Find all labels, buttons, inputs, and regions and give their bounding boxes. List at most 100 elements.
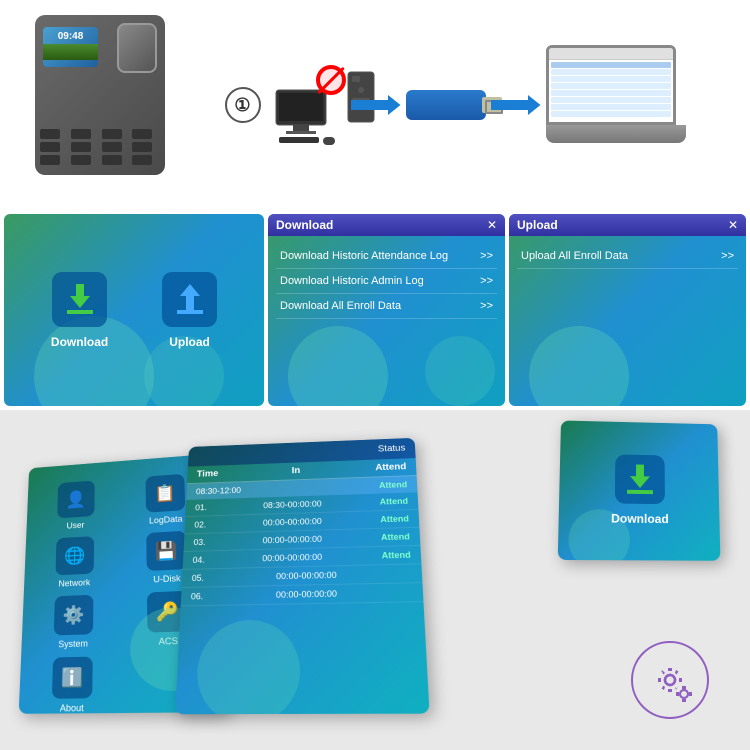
table-row: [551, 76, 671, 82]
log-time: 00:00-00:00:00: [263, 534, 323, 545]
download-icon-box: [52, 272, 107, 327]
download-menu-item-3[interactable]: Download All Enroll Data >>: [276, 294, 497, 319]
log-time: 00:00-00:00:00: [263, 517, 322, 528]
upload-icon-item[interactable]: Upload: [162, 272, 217, 349]
gear-icon: [630, 640, 710, 720]
about-menu-item[interactable]: ℹ️ About: [29, 656, 116, 714]
fingerprint-sensor: [117, 23, 157, 73]
arrow-body: [636, 465, 644, 477]
user-icon: 👤: [57, 480, 95, 518]
gear-container[interactable]: [630, 640, 710, 720]
upload-icon-box: [162, 272, 217, 327]
log-time: 08:30-00:00:00: [263, 499, 322, 510]
system-icon: ⚙️: [54, 595, 94, 636]
download-icon-item[interactable]: Download: [51, 272, 108, 349]
system-label: System: [58, 638, 88, 649]
log-num: 03.: [193, 537, 205, 547]
tower-icon: [346, 70, 376, 125]
upload-label: Upload: [169, 335, 210, 349]
log-status: Attend: [381, 550, 410, 560]
log-num: 04.: [192, 555, 204, 565]
log-attend-status: Attend: [379, 480, 407, 490]
panel-icons: Download Upload: [4, 214, 264, 406]
arrow-body: [186, 296, 194, 310]
log-status: Attend: [381, 532, 410, 542]
flow-diagram: ①: [180, 45, 730, 165]
menu-item-arrow: >>: [721, 250, 734, 262]
middle-section: Download Upload Download ✕ Download Hist…: [0, 210, 750, 410]
arrow-base: [627, 490, 653, 494]
screen-landscape: [43, 44, 98, 60]
download-title-bar: Download ✕: [268, 214, 505, 236]
attend-status-header: Attend: [375, 462, 406, 473]
system-menu-item[interactable]: ⚙️ System: [31, 594, 116, 650]
upload-panel-close[interactable]: ✕: [728, 218, 738, 232]
key: [132, 142, 152, 152]
device-body: 09:48: [35, 15, 165, 175]
key: [71, 142, 91, 152]
key: [102, 142, 122, 152]
menu-item-text: Download Historic Attendance Log: [280, 250, 448, 262]
log-time: 00:00-00:00:00: [276, 589, 337, 600]
card-attendance-log: Status Time In Attend 08:30-12:00 Attend…: [175, 438, 430, 714]
usb-drive-container: [406, 90, 486, 120]
upload-menu-item-1[interactable]: Upload All Enroll Data >>: [517, 244, 738, 269]
log-time-range: 08:30-12:00: [196, 486, 241, 496]
upload-arrow-icon: [175, 284, 205, 314]
download-menu-item-2[interactable]: Download Historic Admin Log >>: [276, 269, 497, 294]
log-time: 00:00-00:00:00: [276, 570, 337, 581]
menu-item-arrow: >>: [480, 250, 493, 262]
key: [132, 155, 152, 165]
logdata-label: LogData: [149, 514, 183, 525]
upload-title-bar: Upload ✕: [509, 214, 746, 236]
upload-menu-items: Upload All Enroll Data >>: [509, 236, 746, 277]
key: [102, 155, 122, 165]
arrow-base: [67, 310, 93, 314]
no-symbol-icon: [316, 65, 346, 95]
attend-col-header: In: [292, 466, 300, 476]
download-panel: Download ✕ Download Historic Attendance …: [268, 214, 505, 406]
usb-drive: [406, 90, 486, 120]
upload-panel-title: Upload: [517, 218, 558, 232]
log-status: Attend: [380, 514, 409, 524]
device-screen: 09:48: [43, 27, 98, 67]
logdata-icon: 📋: [146, 474, 186, 513]
download-menu-item-1[interactable]: Download Historic Attendance Log >>: [276, 244, 497, 269]
table-row: [551, 90, 671, 96]
top-section: 09:48 ①: [0, 0, 750, 210]
network-menu-item[interactable]: 🌐 Network: [33, 535, 116, 590]
computer-blocked: [266, 65, 346, 145]
network-icon: 🌐: [55, 536, 94, 575]
laptop-menubar: [549, 48, 673, 60]
bottom-section: 👤 User 📋 LogData 🌐 Network 💾 U-Disk ⚙️ S…: [0, 410, 750, 750]
key: [40, 155, 60, 165]
menu-item-text: Upload All Enroll Data: [521, 250, 628, 262]
menu-item-arrow: >>: [480, 275, 493, 287]
key: [71, 155, 91, 165]
download-top-label: Download: [611, 511, 669, 526]
arrow-head: [630, 477, 650, 489]
log-num: 06.: [191, 591, 204, 601]
log-time: 00:00-00:00:00: [262, 552, 322, 563]
key: [102, 129, 122, 139]
table-row: [551, 83, 671, 89]
time-col-header: Time: [197, 469, 219, 479]
network-label: Network: [58, 578, 90, 589]
arrow-head: [180, 284, 200, 296]
menu-item-arrow: >>: [480, 300, 493, 312]
udisk-label: U-Disk: [153, 573, 181, 584]
screen-time: 09:48: [43, 31, 98, 42]
laptop-base: [546, 125, 686, 143]
download-panel-close[interactable]: ✕: [487, 218, 497, 232]
udisk-icon: 💾: [146, 531, 187, 571]
user-menu-item[interactable]: 👤 User: [36, 479, 117, 532]
log-status-header: Status: [378, 443, 406, 454]
device-keypad: [40, 129, 160, 165]
download-label: Download: [51, 335, 108, 349]
card-download-top[interactable]: Download: [558, 420, 721, 560]
menu-item-text: Download All Enroll Data: [280, 300, 401, 312]
table-row: [551, 97, 671, 103]
log-row-6: 06. 00:00-00:00:00: [181, 583, 424, 606]
table-row: [551, 69, 671, 75]
upload-panel: Upload ✕ Upload All Enroll Data >>: [509, 214, 746, 406]
